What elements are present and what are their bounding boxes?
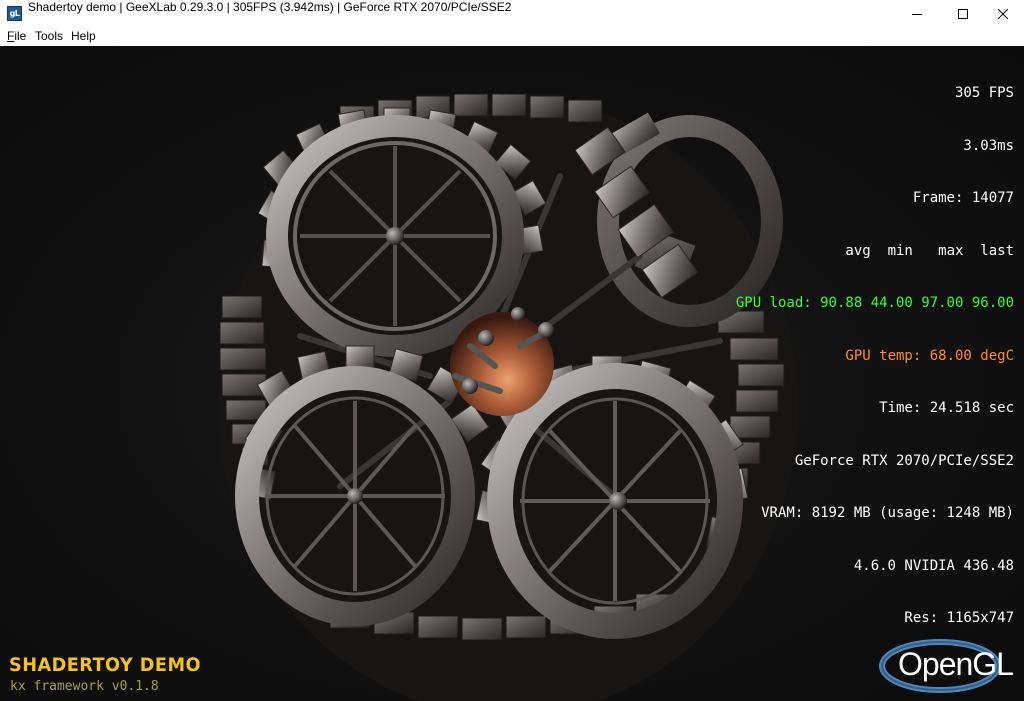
hud-fps: 305 FPS — [954, 85, 1014, 101]
framework-version: kx framework v0.1.8 — [10, 679, 159, 694]
opengl-logo-text: OpenGL — [898, 646, 1014, 682]
hud-frame-count: Frame: 14077 — [912, 190, 1014, 206]
minimize-icon — [912, 13, 922, 15]
render-viewport[interactable]: 305 FPS 3.03ms Frame: 14077 avg min max … — [0, 46, 1024, 701]
hud-gl-version: 4.6.0 NVIDIA 436.48 — [853, 557, 1014, 574]
minimize-button[interactable] — [894, 0, 940, 27]
hud-stats-header: avg min max last — [845, 242, 1014, 259]
hud-resolution: Res: 1165x747 — [904, 610, 1014, 626]
window-title: Shadertoy demo | GeeXLab 0.29.3.0 | 305F… — [28, 0, 512, 14]
hud-vram: VRAM: 8192 MB (usage: 1248 MB) — [761, 505, 1014, 521]
close-button[interactable] — [980, 0, 1024, 27]
menu-file[interactable]: File — [7, 27, 26, 46]
hud-gpu-temp: GPU temp: 68.00 degC — [845, 347, 1014, 364]
menu-tools[interactable]: Tools — [35, 27, 63, 46]
title-bar[interactable]: gL Shadertoy demo | GeeXLab 0.29.3.0 | 3… — [0, 0, 1024, 27]
menu-bar: File Tools Help — [0, 27, 1024, 46]
menu-help[interactable]: Help — [71, 27, 96, 46]
geexlab-app-icon[interactable]: gL — [7, 6, 22, 21]
app-window: gL Shadertoy demo | GeeXLab 0.29.3.0 | 3… — [0, 0, 1024, 701]
hud-gpu-load: GPU load: 90.88 44.00 97.00 96.00 — [735, 295, 1014, 311]
hud-time: Time: 24.518 sec — [879, 400, 1014, 416]
close-icon — [998, 8, 1008, 19]
menu-file-label: ile — [14, 29, 27, 43]
demo-title: SHADERTOY DEMO — [9, 654, 201, 676]
maximize-icon — [958, 8, 968, 19]
hud-renderer: GeForce RTX 2070/PCIe/SSE2 — [794, 452, 1014, 469]
perf-hud: 305 FPS 3.03ms Frame: 14077 avg min max … — [736, 50, 1014, 663]
hud-frame-time: 3.03ms — [963, 137, 1014, 154]
